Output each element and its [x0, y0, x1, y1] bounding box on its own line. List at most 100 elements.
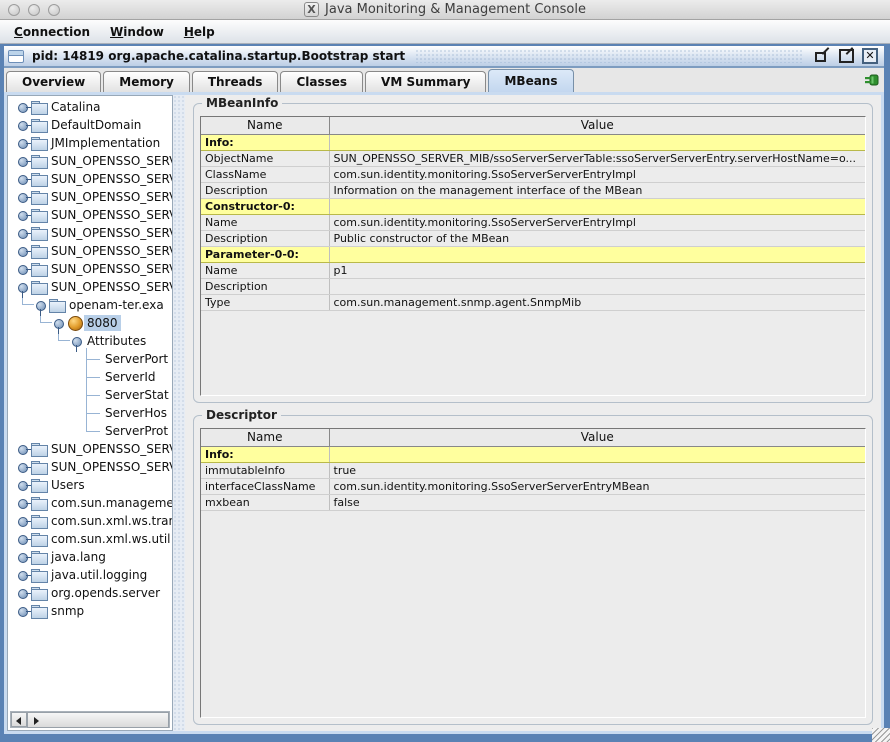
- mbeaninfo-cell-name[interactable]: Parameter-0-0:: [201, 246, 329, 262]
- mbeaninfo-cell-name[interactable]: Description: [201, 230, 329, 246]
- tree-node-java-lang[interactable]: java.lang: [8, 548, 172, 566]
- mbeaninfo-row[interactable]: Typecom.sun.management.snmp.agent.SnmpMi…: [201, 294, 865, 310]
- tree-toggle-icon[interactable]: [32, 296, 48, 314]
- tab-threads[interactable]: Threads: [192, 71, 279, 92]
- mbeaninfo-row[interactable]: Info:: [201, 134, 865, 150]
- mbeaninfo-cell-value[interactable]: [329, 246, 865, 262]
- mbeaninfo-cell-value[interactable]: p1: [329, 262, 865, 278]
- resize-grip[interactable]: [872, 728, 890, 742]
- mbeaninfo-cell-value[interactable]: com.sun.identity.monitoring.SsoServerSer…: [329, 166, 865, 182]
- tree-node-sun-opensso-serv[interactable]: SUN_OPENSSO_SERV: [8, 242, 172, 260]
- tree-node-com-sun-xml-ws-tran[interactable]: com.sun.xml.ws.tran: [8, 512, 172, 530]
- tree-node-sun-opensso-serv[interactable]: SUN_OPENSSO_SERV: [8, 188, 172, 206]
- tree-toggle-icon[interactable]: [14, 242, 30, 260]
- descriptor-cell-value[interactable]: [329, 446, 865, 462]
- mbeaninfo-row[interactable]: Constructor-0:: [201, 198, 865, 214]
- maximize-icon[interactable]: [838, 48, 854, 64]
- tree-node-users[interactable]: Users: [8, 476, 172, 494]
- tree-toggle-icon[interactable]: [14, 152, 30, 170]
- mbeaninfo-row[interactable]: Description: [201, 278, 865, 294]
- tree-toggle-icon[interactable]: [68, 332, 84, 350]
- tree-node-sun-opensso-serv[interactable]: SUN_OPENSSO_SERV: [8, 170, 172, 188]
- internal-frame-titlebar[interactable]: pid: 14819 org.apache.catalina.startup.B…: [4, 46, 884, 68]
- mbeaninfo-column-header-value[interactable]: Value: [329, 117, 865, 134]
- descriptor-cell-value[interactable]: com.sun.identity.monitoring.SsoServerSer…: [329, 478, 865, 494]
- mbeaninfo-column-header-name[interactable]: Name: [201, 117, 329, 134]
- tree-node-org-opends-server[interactable]: org.opends.server: [8, 584, 172, 602]
- descriptor-cell-name[interactable]: Info:: [201, 446, 329, 462]
- mbeaninfo-row[interactable]: Namep1: [201, 262, 865, 278]
- descriptor-cell-name[interactable]: interfaceClassName: [201, 478, 329, 494]
- tree-node-serverhos[interactable]: ServerHos: [8, 404, 172, 422]
- tree-toggle-icon[interactable]: [14, 98, 30, 116]
- tree-node-serverport[interactable]: ServerPort: [8, 350, 172, 368]
- mbeaninfo-cell-name[interactable]: Name: [201, 214, 329, 230]
- tab-memory[interactable]: Memory: [103, 71, 190, 92]
- descriptor-cell-value[interactable]: true: [329, 462, 865, 478]
- descriptor-cell-value[interactable]: false: [329, 494, 865, 510]
- tree-toggle-icon[interactable]: [14, 440, 30, 458]
- tree-toggle-icon[interactable]: [14, 206, 30, 224]
- tab-mbeans[interactable]: MBeans: [488, 69, 573, 92]
- tree-node-serverprot[interactable]: ServerProt: [8, 422, 172, 440]
- mbeaninfo-row[interactable]: ObjectNameSUN_OPENSSO_SERVER_MIB/ssoServ…: [201, 150, 865, 166]
- tree-toggle-icon[interactable]: [14, 584, 30, 602]
- tree-toggle-icon[interactable]: [14, 224, 30, 242]
- tree-node-sun-opensso-serv[interactable]: SUN_OPENSSO_SERV: [8, 260, 172, 278]
- tree-toggle-icon[interactable]: [14, 548, 30, 566]
- tree-node-java-util-logging[interactable]: java.util.logging: [8, 566, 172, 584]
- tree-toggle-icon[interactable]: [50, 314, 66, 332]
- descriptor-row[interactable]: mxbeanfalse: [201, 494, 865, 510]
- tree-node-sun-opensso-serv[interactable]: SUN_OPENSSO_SERV: [8, 152, 172, 170]
- tree-toggle-icon[interactable]: [14, 566, 30, 584]
- tree-node-attributes[interactable]: Attributes: [8, 332, 172, 350]
- tree-toggle-icon[interactable]: [14, 530, 30, 548]
- tree-node-openam-ter-exa[interactable]: openam-ter.exa: [8, 296, 172, 314]
- tree-toggle-icon[interactable]: [14, 170, 30, 188]
- descriptor-cell-name[interactable]: mxbean: [201, 494, 329, 510]
- tree-node-8080[interactable]: 8080: [8, 314, 172, 332]
- tab-classes[interactable]: Classes: [280, 71, 363, 92]
- menu-window[interactable]: Window: [102, 22, 172, 42]
- tree-toggle-icon[interactable]: [14, 512, 30, 530]
- tree-toggle-icon[interactable]: [14, 494, 30, 512]
- tree-toggle-icon[interactable]: [14, 602, 30, 620]
- tab-vm-summary[interactable]: VM Summary: [365, 71, 486, 92]
- descriptor-cell-name[interactable]: immutableInfo: [201, 462, 329, 478]
- mbeaninfo-row[interactable]: Namecom.sun.identity.monitoring.SsoServe…: [201, 214, 865, 230]
- mbeaninfo-cell-value[interactable]: [329, 134, 865, 150]
- mbeaninfo-cell-name[interactable]: ClassName: [201, 166, 329, 182]
- tab-overview[interactable]: Overview: [6, 71, 101, 92]
- tree-node-sun-opensso-serv[interactable]: SUN_OPENSSO_SERV: [8, 206, 172, 224]
- mbeaninfo-cell-value[interactable]: Information on the management interface …: [329, 182, 865, 198]
- tree-toggle-icon[interactable]: [14, 188, 30, 206]
- scroll-left-icon[interactable]: [11, 712, 27, 727]
- tree-node-sun-opensso-serv[interactable]: SUN_OPENSSO_SERV: [8, 278, 172, 296]
- tree-node-com-sun-manageme[interactable]: com.sun.manageme: [8, 494, 172, 512]
- tree-toggle-icon[interactable]: [14, 458, 30, 476]
- mbeaninfo-cell-name[interactable]: Info:: [201, 134, 329, 150]
- tree-toggle-icon[interactable]: [14, 134, 30, 152]
- tree-horizontal-scrollbar[interactable]: [10, 711, 170, 728]
- tree-node-catalina[interactable]: Catalina: [8, 98, 172, 116]
- mbeaninfo-row[interactable]: Parameter-0-0:: [201, 246, 865, 262]
- tree-toggle-icon[interactable]: [14, 476, 30, 494]
- tree-node-defaultdomain[interactable]: DefaultDomain: [8, 116, 172, 134]
- mbeaninfo-cell-name[interactable]: ObjectName: [201, 150, 329, 166]
- descriptor-row[interactable]: Info:: [201, 446, 865, 462]
- scroll-right-icon[interactable]: [27, 712, 169, 728]
- mbeaninfo-cell-name[interactable]: Type: [201, 294, 329, 310]
- tree-node-serverid[interactable]: ServerId: [8, 368, 172, 386]
- mbeaninfo-cell-value[interactable]: Public constructor of the MBean: [329, 230, 865, 246]
- descriptor-row[interactable]: interfaceClassNamecom.sun.identity.monit…: [201, 478, 865, 494]
- tree-toggle-icon[interactable]: [14, 278, 30, 296]
- descriptor-column-header-value[interactable]: Value: [329, 429, 865, 446]
- tree-node-serverstat[interactable]: ServerStat: [8, 386, 172, 404]
- mbeaninfo-cell-name[interactable]: Name: [201, 262, 329, 278]
- tree-toggle-icon[interactable]: [14, 260, 30, 278]
- minimize-icon[interactable]: [814, 48, 830, 64]
- mbeaninfo-cell-name[interactable]: Description: [201, 182, 329, 198]
- tree-node-sun-opensso-serv[interactable]: SUN_OPENSSO_SERV: [8, 458, 172, 476]
- mbeaninfo-cell-value[interactable]: com.sun.identity.monitoring.SsoServerSer…: [329, 214, 865, 230]
- mbeaninfo-cell-value[interactable]: com.sun.management.snmp.agent.SnmpMib: [329, 294, 865, 310]
